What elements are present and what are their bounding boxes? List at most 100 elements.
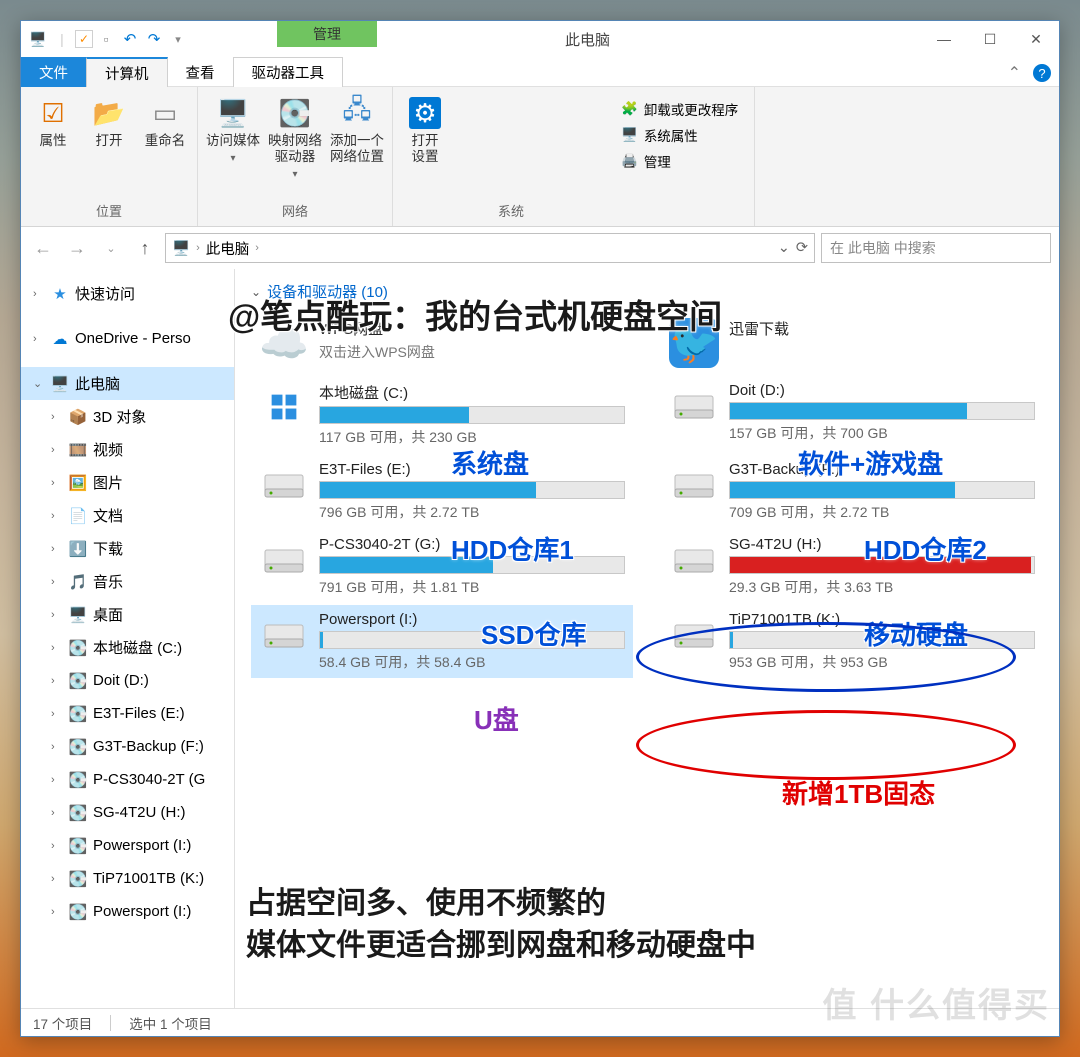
manage-button[interactable]: 🖨️管理 xyxy=(621,151,738,171)
chevron-right-icon[interactable]: › xyxy=(33,333,45,345)
app-shortcut[interactable]: 🐦迅雷下载 xyxy=(661,312,1043,374)
tab-view[interactable]: 查看 xyxy=(168,57,233,87)
uninstall-programs-button[interactable]: 🧩卸载或更改程序 xyxy=(621,99,738,119)
sidebar-item[interactable]: ›💽Powersport (I:) xyxy=(21,829,234,862)
help-icon[interactable]: ? xyxy=(1033,64,1051,82)
address-bar[interactable]: 🖥️ › 此电脑 › ⌄ ⟳ xyxy=(165,233,815,263)
chevron-right-icon[interactable]: › xyxy=(51,807,63,819)
drive-item[interactable]: TiP71001TB (K:)953 GB 可用，共 953 GB xyxy=(661,605,1043,678)
redo-icon[interactable]: ↷ xyxy=(143,28,165,50)
chevron-right-icon[interactable]: › xyxy=(51,840,63,852)
chevron-right-icon[interactable]: › xyxy=(51,609,63,621)
collapse-ribbon-icon[interactable]: ⌃ xyxy=(1008,63,1021,83)
chevron-right-icon[interactable]: › xyxy=(33,288,45,300)
drive-name: Powersport (I:) xyxy=(319,611,625,628)
drive-item[interactable]: G3T-Backup (F:)709 GB 可用，共 2.72 TB xyxy=(661,455,1043,528)
chevron-right-icon[interactable]: › xyxy=(51,576,63,588)
sidebar-item[interactable]: ›💽SG-4T2U (H:) xyxy=(21,796,234,829)
sidebar-quick-access[interactable]: ›★快速访问 xyxy=(21,277,234,310)
chevron-right-icon[interactable]: › xyxy=(51,477,63,489)
forward-button[interactable]: → xyxy=(63,234,91,262)
item-icon: 💽 xyxy=(68,738,88,756)
sidebar-item[interactable]: ›🖥️桌面 xyxy=(21,598,234,631)
breadcrumb-separator[interactable]: › xyxy=(196,242,200,254)
system-properties-button[interactable]: 🖥️系统属性 xyxy=(621,125,738,145)
app-subtitle: 双击进入WPS网盘 xyxy=(319,342,625,362)
new-folder-icon[interactable]: ▫ xyxy=(95,28,117,50)
qat-dropdown-icon[interactable]: ▾ xyxy=(167,28,189,50)
back-button[interactable]: ← xyxy=(29,234,57,262)
chevron-right-icon[interactable]: › xyxy=(51,906,63,918)
separator xyxy=(110,1015,111,1031)
section-header-devices[interactable]: ⌄ 设备和驱动器 (10) xyxy=(251,269,1043,312)
open-button[interactable]: 📂打开 xyxy=(85,93,133,197)
properties-button[interactable]: ☑属性 xyxy=(29,93,77,197)
chevron-right-icon[interactable]: › xyxy=(51,741,63,753)
add-network-location-button[interactable]: 🖧添加一个 网络位置 xyxy=(330,93,384,197)
chevron-right-icon[interactable]: › xyxy=(51,411,63,423)
body: ›★快速访问 ›☁OneDrive - Perso ⌄🖥️此电脑 ›📦3D 对象… xyxy=(21,269,1059,1008)
navigation-pane[interactable]: ›★快速访问 ›☁OneDrive - Perso ⌄🖥️此电脑 ›📦3D 对象… xyxy=(21,269,235,1008)
drive-item[interactable]: E3T-Files (E:)796 GB 可用，共 2.72 TB xyxy=(251,455,633,528)
recent-dropdown[interactable]: ⌄ xyxy=(97,234,125,262)
breadcrumb-separator[interactable]: › xyxy=(255,242,259,254)
sidebar-item[interactable]: ›⬇️下载 xyxy=(21,532,234,565)
undo-icon[interactable]: ↶ xyxy=(119,28,141,50)
content-pane[interactable]: ⌄ 设备和驱动器 (10) ☁️WPS网盘双击进入WPS网盘🐦迅雷下载本地磁盘 … xyxy=(235,269,1059,1008)
refresh-icon[interactable]: ⟳ xyxy=(796,240,808,256)
sidebar-item[interactable]: ›💽P-CS3040-2T (G xyxy=(21,763,234,796)
app-name: 迅雷下载 xyxy=(729,318,1035,339)
drive-item[interactable]: SG-4T2U (H:)29.3 GB 可用，共 3.63 TB xyxy=(661,530,1043,603)
rename-button[interactable]: ▭重命名 xyxy=(141,93,189,197)
sidebar-item[interactable]: ›💽TiP71001TB (K:) xyxy=(21,862,234,895)
chevron-right-icon[interactable]: › xyxy=(51,708,63,720)
drive-usage-bar xyxy=(319,631,625,649)
sidebar-item[interactable]: ›💽E3T-Files (E:) xyxy=(21,697,234,730)
app-shortcut[interactable]: ☁️WPS网盘双击进入WPS网盘 xyxy=(251,312,633,374)
map-drive-button[interactable]: 💽映射网络 驱动器▾ xyxy=(268,93,322,197)
sidebar-item[interactable]: ›🖼️图片 xyxy=(21,466,234,499)
open-settings-button[interactable]: ⚙打开 设置 xyxy=(401,93,449,197)
chevron-down-icon[interactable]: ⌄ xyxy=(251,285,261,299)
chevron-right-icon[interactable]: › xyxy=(51,444,63,456)
app-name: WPS网盘 xyxy=(319,318,625,339)
properties-icon[interactable]: ✓ xyxy=(75,30,93,48)
sidebar-item[interactable]: ›💽G3T-Backup (F:) xyxy=(21,730,234,763)
tab-file[interactable]: 文件 xyxy=(21,57,86,87)
tab-drive-tools[interactable]: 驱动器工具 xyxy=(233,57,344,87)
chevron-right-icon[interactable]: › xyxy=(51,675,63,687)
minimize-button[interactable]: — xyxy=(921,21,967,57)
breadcrumb-path[interactable]: 此电脑 xyxy=(206,238,250,259)
sidebar-item[interactable]: ›🎵音乐 xyxy=(21,565,234,598)
up-button[interactable]: ↑ xyxy=(131,234,159,262)
chevron-right-icon[interactable]: › xyxy=(51,543,63,555)
tab-computer[interactable]: 计算机 xyxy=(86,57,168,87)
drive-stat: 791 GB 可用，共 1.81 TB xyxy=(319,577,625,597)
close-button[interactable]: ✕ xyxy=(1013,21,1059,57)
drive-item[interactable]: P-CS3040-2T (G:)791 GB 可用，共 1.81 TB xyxy=(251,530,633,603)
chevron-right-icon[interactable]: › xyxy=(51,642,63,654)
sidebar-onedrive[interactable]: ›☁OneDrive - Perso xyxy=(21,322,234,355)
maximize-button[interactable]: ☐ xyxy=(967,21,1013,57)
drive-item[interactable]: Doit (D:)157 GB 可用，共 700 GB xyxy=(661,376,1043,453)
sidebar-item[interactable]: ›💽本地磁盘 (C:) xyxy=(21,631,234,664)
chevron-right-icon[interactable]: › xyxy=(51,873,63,885)
sidebar-item[interactable]: ›💽Doit (D:) xyxy=(21,664,234,697)
sidebar-item[interactable]: ›💽Powersport (I:) xyxy=(21,895,234,928)
sidebar-item[interactable]: ›🎞️视频 xyxy=(21,433,234,466)
drive-item[interactable]: Powersport (I:)58.4 GB 可用，共 58.4 GB xyxy=(251,605,633,678)
manage-context-tab[interactable]: 管理 xyxy=(277,21,377,47)
item-icon: 💽 xyxy=(68,804,88,822)
sidebar-item[interactable]: ›📦3D 对象 xyxy=(21,400,234,433)
item-icon: 🖼️ xyxy=(68,474,88,492)
chevron-right-icon[interactable]: › xyxy=(51,774,63,786)
search-input[interactable]: 在 此电脑 中搜索 xyxy=(821,233,1051,263)
sidebar-item[interactable]: ›📄文档 xyxy=(21,499,234,532)
access-media-button[interactable]: 🖥️访问媒体▾ xyxy=(206,93,260,197)
chevron-down-icon[interactable]: ⌄ xyxy=(33,377,45,390)
drive-item[interactable]: 本地磁盘 (C:)117 GB 可用，共 230 GB xyxy=(251,376,633,453)
chevron-right-icon[interactable]: › xyxy=(51,510,63,522)
history-dropdown-icon[interactable]: ⌄ xyxy=(778,240,790,256)
drive-stat: 709 GB 可用，共 2.72 TB xyxy=(729,502,1035,522)
sidebar-this-pc[interactable]: ⌄🖥️此电脑 xyxy=(21,367,234,400)
